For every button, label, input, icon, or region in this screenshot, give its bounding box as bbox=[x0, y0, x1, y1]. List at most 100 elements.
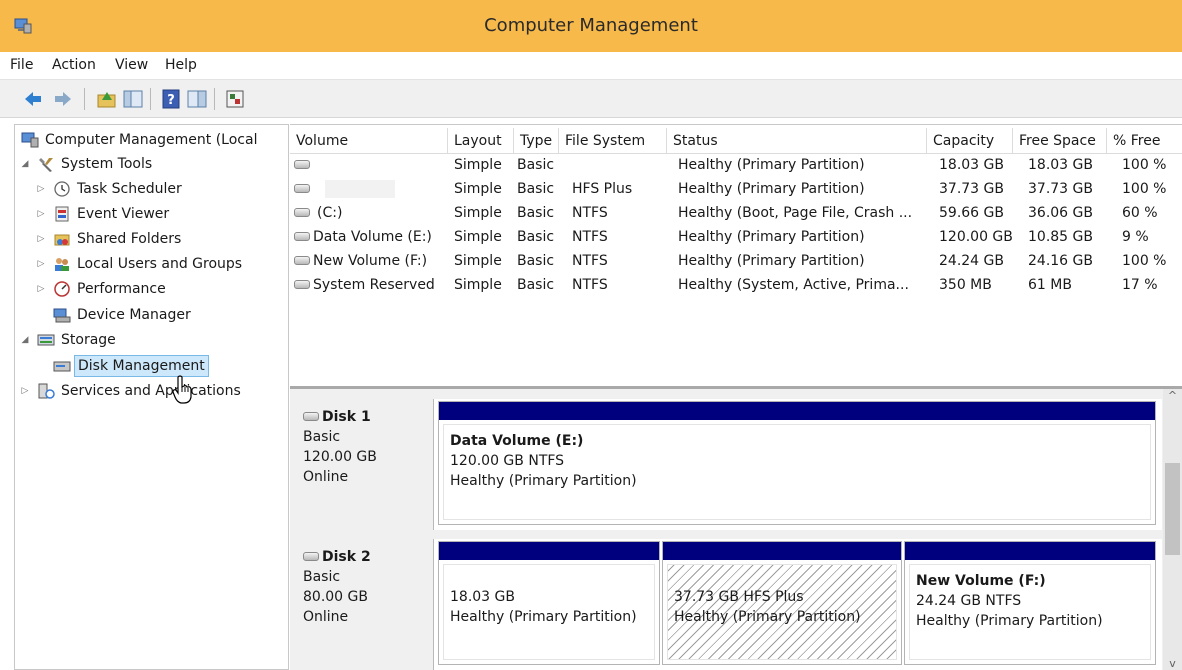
partition-status: Healthy (Primary Partition) bbox=[916, 613, 1103, 629]
tree-item-local-users-and-groups[interactable]: ▷ Local Users and Groups bbox=[19, 252, 288, 276]
volume-layout: Simple bbox=[454, 253, 502, 269]
tree-item-event-viewer[interactable]: ▷ Event Viewer bbox=[19, 202, 288, 226]
disk-icon bbox=[303, 551, 319, 561]
toolbar-separator bbox=[84, 88, 85, 110]
volume-status: Healthy (Primary Partition) bbox=[678, 181, 865, 197]
partition-size: 18.03 GB bbox=[450, 589, 515, 605]
menu-help[interactable]: Help bbox=[165, 57, 197, 73]
expanded-arrow-icon[interactable]: ◢ bbox=[19, 152, 31, 176]
tree-item-computer-management[interactable]: Computer Management (Local bbox=[19, 128, 288, 152]
tree-item-label: Storage bbox=[61, 332, 116, 348]
collapsed-arrow-icon[interactable]: ▷ bbox=[35, 177, 47, 201]
tree-item-performance[interactable]: ▷ Performance bbox=[19, 277, 288, 301]
volume-row[interactable]: System Reserved Simple Basic NTFS Health… bbox=[290, 275, 1182, 299]
volume-layout: Simple bbox=[454, 277, 502, 293]
up-folder-icon[interactable] bbox=[96, 88, 118, 110]
disk-icon bbox=[303, 411, 319, 421]
partition-status: Healthy (Primary Partition) bbox=[450, 609, 637, 625]
partition-new-volume-f[interactable]: New Volume (F:) 24.24 GB NTFS Healthy (P… bbox=[904, 541, 1156, 665]
disk-2-info[interactable]: Disk 2 Basic 80.00 GB Online bbox=[290, 539, 434, 670]
disk-1-row: Disk 1 Basic 120.00 GB Online Data Volum… bbox=[290, 399, 1162, 530]
disk-name: Disk 2 bbox=[322, 549, 371, 565]
collapsed-arrow-icon[interactable]: ▷ bbox=[35, 277, 47, 301]
collapsed-arrow-icon[interactable]: ▷ bbox=[19, 379, 31, 403]
partition-hfs-plus[interactable]: 37.73 GB HFS Plus Healthy (Primary Parti… bbox=[662, 541, 902, 665]
properties-icon[interactable] bbox=[224, 88, 246, 110]
disk-kind: Basic bbox=[303, 569, 341, 585]
menu-action[interactable]: Action bbox=[52, 57, 96, 73]
menu-file[interactable]: File bbox=[10, 57, 33, 73]
performance-icon bbox=[54, 281, 70, 297]
drive-icon bbox=[294, 255, 310, 265]
scroll-up-arrow-icon[interactable]: ^ bbox=[1163, 389, 1182, 402]
expanded-arrow-icon[interactable]: ◢ bbox=[19, 328, 31, 352]
services-icon bbox=[38, 383, 55, 399]
volume-row[interactable]: Simple Basic Healthy (Primary Partition)… bbox=[290, 155, 1182, 179]
tree-item-label: Computer Management (Local bbox=[45, 132, 258, 148]
volume-row[interactable]: New Volume (F:) Simple Basic NTFS Health… bbox=[290, 251, 1182, 275]
disk-2-row: Disk 2 Basic 80.00 GB Online 18.03 GB He… bbox=[290, 539, 1162, 670]
volume-list-header: Volume Layout Type File System Status Ca… bbox=[290, 128, 1182, 154]
column-header-file-system[interactable]: File System bbox=[559, 128, 667, 154]
disk-state: Online bbox=[303, 609, 349, 625]
tree-item-label: Performance bbox=[77, 281, 166, 297]
column-header-free-space[interactable]: Free Space bbox=[1013, 128, 1107, 154]
scroll-down-arrow-icon[interactable]: v bbox=[1163, 657, 1182, 670]
volume-status: Healthy (System, Active, Prima... bbox=[678, 277, 909, 293]
disk-pane-scrollbar[interactable]: ^ v bbox=[1163, 389, 1182, 670]
column-header-type[interactable]: Type bbox=[514, 128, 559, 154]
tree-item-services-and-applications[interactable]: ▷ Services and Applications bbox=[19, 379, 288, 403]
collapsed-arrow-icon[interactable]: ▷ bbox=[35, 252, 47, 276]
volume-free-space: 24.16 GB bbox=[1028, 253, 1093, 269]
help-icon[interactable]: ? bbox=[160, 88, 182, 110]
tree-item-label: Shared Folders bbox=[77, 231, 182, 247]
tree-item-disk-management[interactable]: Disk Management bbox=[19, 354, 288, 378]
tree-item-storage[interactable]: ◢ Storage bbox=[19, 328, 288, 352]
partition-data-volume-e[interactable]: Data Volume (E:) 120.00 GB NTFS Healthy … bbox=[438, 401, 1156, 525]
tree-item-shared-folders[interactable]: ▷ Shared Folders bbox=[19, 227, 288, 251]
partition-unnamed-1[interactable]: 18.03 GB Healthy (Primary Partition) bbox=[438, 541, 660, 665]
volume-layout: Simple bbox=[454, 181, 502, 197]
volume-free-space: 10.85 GB bbox=[1028, 229, 1093, 245]
collapsed-arrow-icon[interactable]: ▷ bbox=[35, 202, 47, 226]
disk-name: Disk 1 bbox=[322, 409, 371, 425]
volume-status: Healthy (Primary Partition) bbox=[678, 253, 865, 269]
blurred-volume-label bbox=[325, 180, 395, 198]
column-header-capacity[interactable]: Capacity bbox=[927, 128, 1013, 154]
volume-layout: Simple bbox=[454, 157, 502, 173]
collapsed-arrow-icon[interactable]: ▷ bbox=[35, 227, 47, 251]
tree-item-task-scheduler[interactable]: ▷ Task Scheduler bbox=[19, 177, 288, 201]
volume-row[interactable]: (C:) Simple Basic NTFS Healthy (Boot, Pa… bbox=[290, 203, 1182, 227]
column-header-percent-free[interactable]: % Free bbox=[1107, 128, 1182, 154]
tree-item-label: Services and Applications bbox=[61, 383, 241, 399]
volume-name: (C:) bbox=[317, 205, 343, 221]
console-view-icon[interactable] bbox=[186, 88, 208, 110]
column-header-layout[interactable]: Layout bbox=[448, 128, 514, 154]
volume-file-system: NTFS bbox=[572, 229, 608, 245]
column-header-status[interactable]: Status bbox=[667, 128, 927, 154]
forward-arrow-icon[interactable] bbox=[52, 88, 74, 110]
disk-1-info[interactable]: Disk 1 Basic 120.00 GB Online bbox=[290, 399, 434, 530]
drive-icon bbox=[294, 231, 310, 241]
volume-file-system: NTFS bbox=[572, 253, 608, 269]
column-header-volume[interactable]: Volume bbox=[290, 128, 448, 154]
disk-management-icon bbox=[53, 361, 71, 372]
volume-name: System Reserved bbox=[313, 277, 435, 293]
menu-view[interactable]: View bbox=[115, 57, 148, 73]
show-hide-tree-icon[interactable] bbox=[122, 88, 144, 110]
volume-status: Healthy (Primary Partition) bbox=[678, 229, 865, 245]
volume-row[interactable]: Simple Basic HFS Plus Healthy (Primary P… bbox=[290, 179, 1182, 203]
scrollbar-thumb[interactable] bbox=[1165, 463, 1180, 555]
volume-percent-free: 9 % bbox=[1122, 229, 1149, 245]
volume-row[interactable]: Data Volume (E:) Simple Basic NTFS Healt… bbox=[290, 227, 1182, 251]
partition-name: Data Volume (E:) bbox=[450, 433, 584, 449]
back-arrow-icon[interactable] bbox=[22, 88, 44, 110]
svg-text:?: ? bbox=[167, 93, 175, 108]
tree-item-system-tools[interactable]: ◢ System Tools bbox=[19, 152, 288, 176]
title-bar: Computer Management bbox=[0, 0, 1182, 52]
tree-item-device-manager[interactable]: Device Manager bbox=[19, 303, 288, 327]
volume-percent-free: 100 % bbox=[1122, 181, 1167, 197]
drive-icon bbox=[294, 159, 310, 169]
volume-percent-free: 100 % bbox=[1122, 253, 1167, 269]
tree-item-label: Task Scheduler bbox=[77, 181, 182, 197]
